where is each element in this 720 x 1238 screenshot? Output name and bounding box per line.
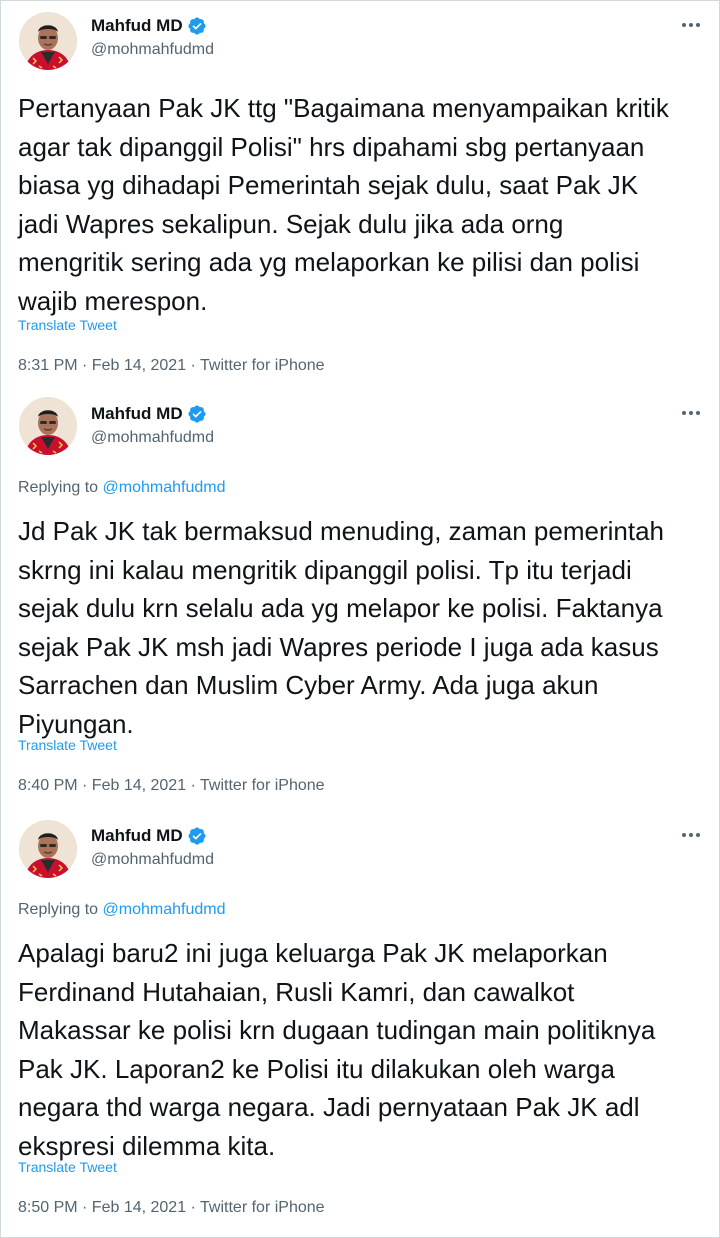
tweet-1: Mahfud MD @mohmahfudmd Pertanyaan Pak JK… — [0, 0, 720, 392]
author-handle[interactable]: @mohmahfudmd — [91, 851, 214, 869]
tweet-text: Jd Pak JK tak bermaksud menuding, zaman … — [18, 516, 665, 739]
replying-to-label: Replying to — [18, 901, 103, 918]
more-options-icon[interactable] — [678, 12, 704, 38]
replying-to-handle[interactable]: @mohmahfudmd — [103, 479, 226, 496]
tweet-text: Pertanyaan Pak JK ttg "Bagaimana menyamp… — [18, 93, 669, 316]
tweet-3: Mahfud MD @mohmahfudmd Replying to @mohm… — [0, 814, 720, 1238]
replying-to-label: Replying to — [18, 479, 103, 496]
author-handle[interactable]: @mohmahfudmd — [91, 41, 214, 59]
translate-tweet-link[interactable]: Translate Tweet — [18, 317, 117, 333]
avatar[interactable] — [19, 820, 77, 878]
translate-tweet-link[interactable]: Translate Tweet — [18, 1159, 117, 1175]
tweet-meta[interactable]: 8:31 PM · Feb 14, 2021 · Twitter for iPh… — [18, 357, 325, 375]
avatar[interactable] — [19, 12, 77, 70]
avatar[interactable] — [19, 397, 77, 455]
replying-to: Replying to @mohmahfudmd — [18, 479, 225, 497]
replying-to: Replying to @mohmahfudmd — [18, 901, 225, 919]
author-handle[interactable]: @mohmahfudmd — [91, 429, 214, 447]
more-options-icon[interactable] — [678, 822, 704, 848]
translate-tweet-link[interactable]: Translate Tweet — [18, 737, 117, 753]
more-options-icon[interactable] — [678, 400, 704, 426]
author-name[interactable]: Mahfud MD — [91, 16, 183, 36]
verified-badge-icon — [188, 827, 206, 845]
tweet-text: Apalagi baru2 ini juga keluarga Pak JK m… — [18, 938, 656, 1161]
tweet-2: Mahfud MD @mohmahfudmd Replying to @mohm… — [0, 392, 720, 814]
author-name[interactable]: Mahfud MD — [91, 404, 183, 424]
verified-badge-icon — [188, 405, 206, 423]
replying-to-handle[interactable]: @mohmahfudmd — [103, 901, 226, 918]
author-row: Mahfud MD — [91, 826, 207, 846]
verified-badge-icon — [188, 17, 206, 35]
tweet-meta[interactable]: 8:50 PM · Feb 14, 2021 · Twitter for iPh… — [18, 1199, 325, 1217]
author-name[interactable]: Mahfud MD — [91, 826, 183, 846]
tweet-meta[interactable]: 8:40 PM · Feb 14, 2021 · Twitter for iPh… — [18, 777, 325, 795]
author-row: Mahfud MD — [91, 16, 207, 36]
author-row: Mahfud MD — [91, 404, 207, 424]
